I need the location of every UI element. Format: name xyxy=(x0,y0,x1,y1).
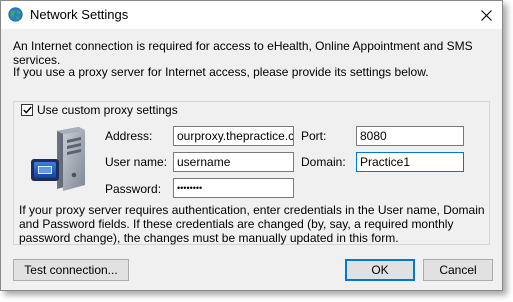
username-input[interactable]: username xyxy=(173,152,294,172)
domain-input[interactable]: Practice1 xyxy=(356,152,464,172)
address-label: Address: xyxy=(105,129,153,143)
intro-text-line1: An Internet connection is required for a… xyxy=(13,39,473,67)
window-title: Network Settings xyxy=(30,7,129,22)
password-input[interactable]: •••••••• xyxy=(173,178,294,198)
username-label: User name: xyxy=(105,155,168,169)
proxy-server-icon xyxy=(31,127,85,191)
ok-button[interactable]: OK xyxy=(345,259,415,281)
close-icon xyxy=(480,9,492,21)
domain-label: Domain: xyxy=(301,155,346,169)
use-custom-proxy-checkbox-row[interactable]: Use custom proxy settings xyxy=(21,103,181,117)
intro-text-line2: If you use a proxy server for Internet a… xyxy=(13,65,429,79)
title-bar[interactable]: Network Settings xyxy=(1,1,502,29)
port-label: Port: xyxy=(301,129,327,143)
port-input[interactable]: 8080 xyxy=(356,126,464,146)
cancel-button[interactable]: Cancel xyxy=(423,259,493,281)
use-custom-proxy-label[interactable]: Use custom proxy settings xyxy=(37,103,178,117)
use-custom-proxy-checkbox[interactable] xyxy=(21,104,33,116)
address-input[interactable]: ourproxy.thepractice.com xyxy=(173,126,294,146)
test-connection-button[interactable]: Test connection... xyxy=(13,259,129,281)
checkmark-icon xyxy=(22,106,32,114)
authentication-note: If your proxy server requires authentica… xyxy=(19,203,485,245)
close-button[interactable] xyxy=(470,1,502,29)
network-settings-dialog: Network Settings An Internet connection … xyxy=(0,0,503,291)
password-label: Password: xyxy=(105,182,162,196)
globe-icon xyxy=(8,7,23,22)
